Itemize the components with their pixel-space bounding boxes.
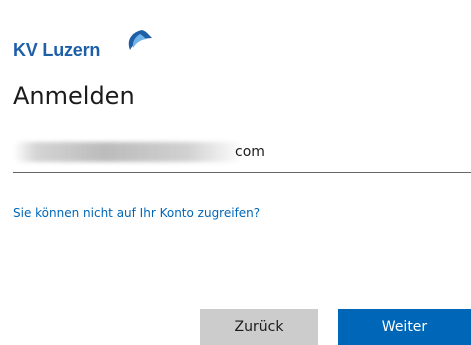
kv-luzern-logo: KV Luzern	[13, 28, 173, 64]
logo-text: KV Luzern	[13, 40, 101, 60]
cant-access-account-link[interactable]: Sie können nicht auf Ihr Konto zugreifen…	[13, 206, 260, 220]
email-redacted-blur	[13, 142, 243, 162]
back-button[interactable]: Zurück	[200, 309, 318, 345]
email-field[interactable]: com	[13, 138, 471, 173]
next-button[interactable]: Weiter	[338, 309, 471, 345]
logo-swoosh-icon	[128, 30, 152, 50]
email-visible-suffix: com	[235, 144, 265, 160]
page-title: Anmelden	[13, 82, 135, 110]
sign-in-page: KV Luzern Anmelden com Sie können nicht …	[0, 0, 471, 345]
